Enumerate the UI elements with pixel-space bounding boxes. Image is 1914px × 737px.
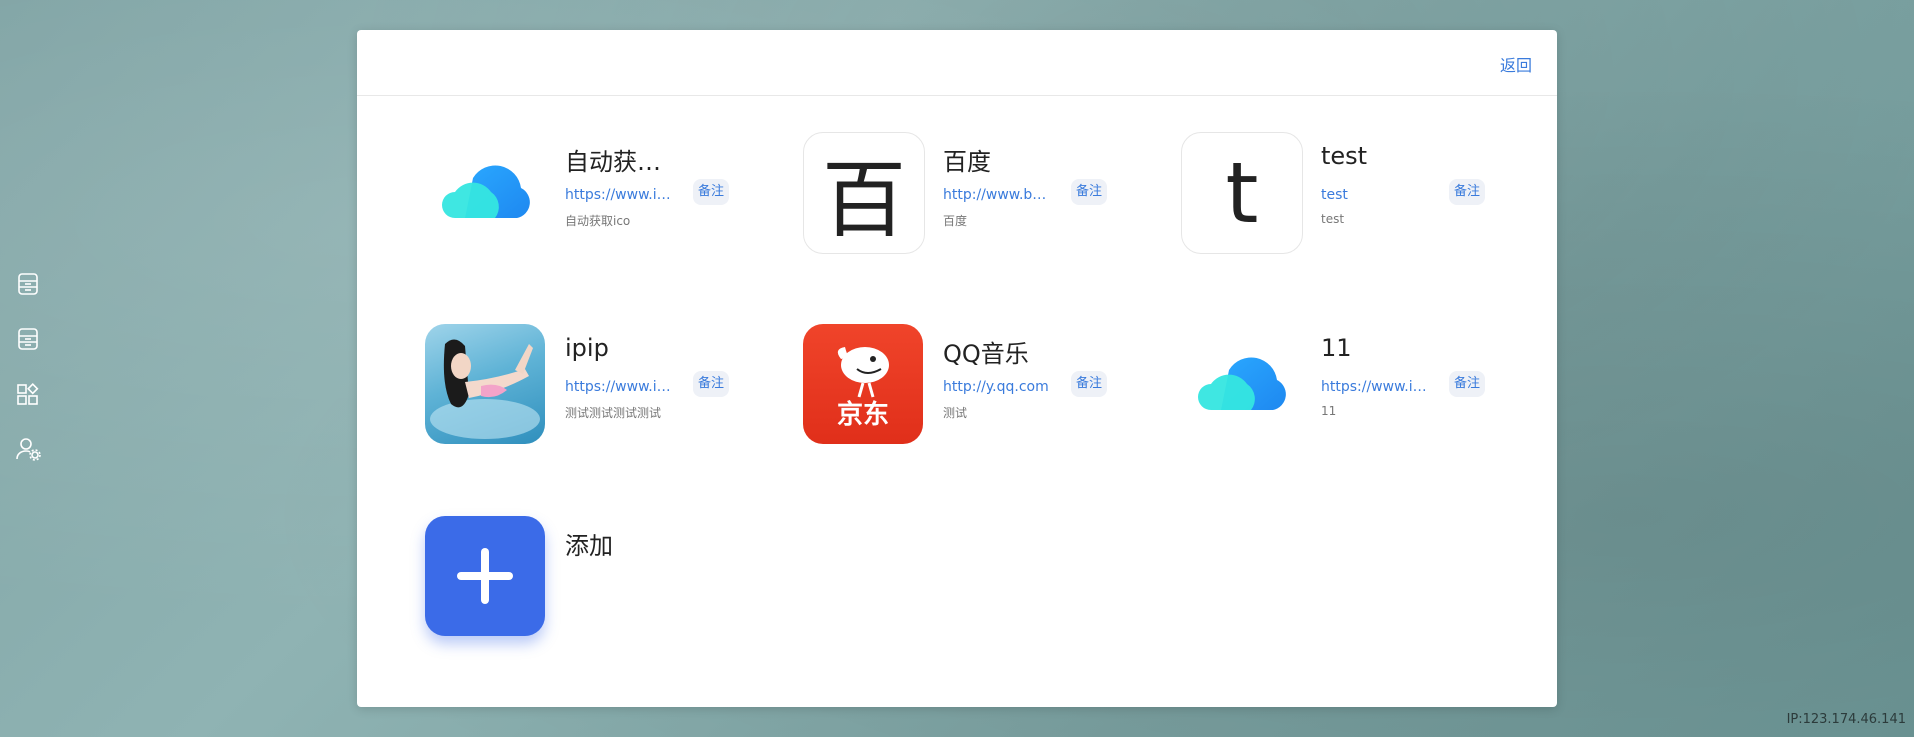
card-desc: test	[1321, 212, 1345, 226]
card-url[interactable]: http://www.baidu.com	[943, 187, 1053, 203]
card-desc: 测试	[943, 406, 968, 420]
card-desc: 自动获取ico	[565, 214, 631, 228]
card-icon-letter: t	[1225, 144, 1259, 242]
note-button[interactable]: 备注	[693, 371, 730, 397]
user-settings-icon	[16, 438, 41, 461]
bookmark-card[interactable]: 自动获取ico https://www.imgtp.com 自动获取ico 备注	[425, 132, 745, 262]
main-panel: 返回 自动获取ico https://www.imgtp.com 自动获取ico…	[357, 30, 1557, 707]
back-link[interactable]: 返回	[1500, 52, 1532, 76]
bookmark-card[interactable]: 11 https://www.imgtp.com 11 备注	[1181, 324, 1501, 454]
card-url[interactable]: test	[1321, 187, 1431, 203]
card-icon: 百	[803, 132, 925, 254]
jd-logo-text: 京东	[836, 400, 889, 430]
card-title: 11	[1321, 334, 1352, 362]
card-icon: 京东	[803, 324, 923, 444]
card-icon	[425, 132, 545, 252]
ip-address: IP:123.174.46.141	[1786, 712, 1906, 727]
note-button[interactable]: 备注	[1071, 371, 1108, 397]
add-label: 添加	[565, 532, 613, 560]
card-url[interactable]: https://www.ipip.net	[565, 379, 675, 395]
add-card[interactable]: 添加	[425, 516, 745, 646]
bookmark-card[interactable]: 百 百度 http://www.baidu.com 百度 备注	[803, 132, 1123, 262]
note-button[interactable]: 备注	[1449, 371, 1486, 397]
card-title: 百度	[943, 148, 991, 176]
sidebar-apps-button[interactable]	[12, 378, 44, 410]
card-desc: 百度	[943, 214, 968, 228]
note-button[interactable]: 备注	[693, 179, 730, 205]
sidebar	[12, 268, 44, 488]
sidebar-user-settings-button[interactable]	[12, 433, 44, 465]
card-icon	[425, 324, 545, 444]
bookmark-card[interactable]: 京东 QQ音乐 http://y.qq.com 测试 备注	[803, 324, 1123, 454]
archive-icon	[18, 328, 38, 350]
jd-logo	[837, 347, 889, 398]
apps-icon	[17, 383, 39, 405]
panel-header: 返回	[357, 30, 1557, 96]
card-url[interactable]: http://y.qq.com	[943, 379, 1053, 395]
card-icon-letter: 百	[821, 150, 906, 249]
card-url[interactable]: https://www.imgtp.com	[1321, 379, 1431, 395]
archive-icon	[18, 273, 38, 295]
note-button[interactable]: 备注	[1071, 179, 1108, 205]
card-title: QQ音乐	[943, 340, 1029, 368]
card-title: test	[1321, 142, 1368, 170]
photo-icon	[430, 339, 540, 439]
cloud-icon	[442, 165, 530, 218]
card-title: ipip	[565, 334, 609, 362]
sidebar-archive-button-1[interactable]	[12, 268, 44, 300]
note-button[interactable]: 备注	[1449, 179, 1486, 205]
card-desc: 11	[1321, 404, 1337, 418]
card-title: 自动获取ico	[565, 148, 675, 176]
bookmark-card[interactable]: t test test test 备注	[1181, 132, 1501, 262]
plus-icon	[457, 548, 513, 604]
card-desc: 测试测试测试测试	[565, 406, 662, 420]
bookmark-card[interactable]: ipip https://www.ipip.net 测试测试测试测试 备注	[425, 324, 745, 454]
card-url[interactable]: https://www.imgtp.com	[565, 187, 675, 203]
card-icon: t	[1181, 132, 1303, 254]
cloud-icon	[1198, 357, 1286, 410]
sidebar-archive-button-2[interactable]	[12, 323, 44, 355]
add-button[interactable]	[425, 516, 545, 636]
card-icon	[1181, 324, 1301, 444]
